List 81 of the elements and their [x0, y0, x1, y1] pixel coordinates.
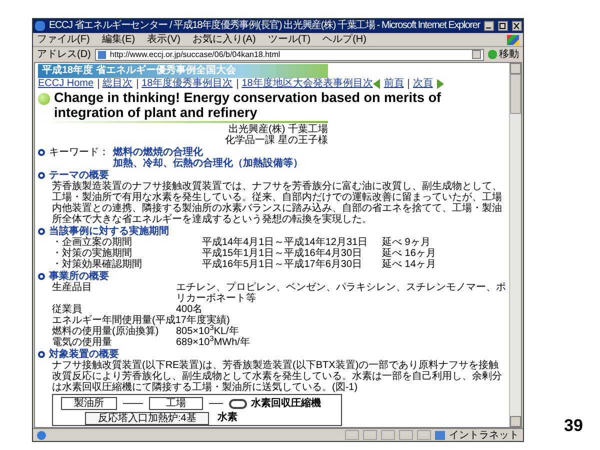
- section-bullet-icon: [38, 228, 45, 235]
- status-panel: [381, 430, 395, 440]
- menu-item[interactable]: ツール(T): [268, 34, 311, 46]
- article-heading: Change in thinking! Energy conservation based on merits of integration of plant and refinery: [54, 90, 442, 120]
- window-title: ECCJ 省エネルギーセンター / 平成18年度優秀事例(長官) 出光興産(株) 千葉工場 - Microsoft Internet Explorer: [49, 20, 480, 32]
- section-bullet-icon: [38, 149, 45, 156]
- status-panel: [363, 430, 377, 440]
- menu-item[interactable]: ファイル(F): [37, 34, 90, 46]
- table-cell-text: 689×10$^{3}$MWh/年: [176, 337, 251, 348]
- status-panel: [417, 430, 431, 440]
- table-cell-text: ・対策の実施期間: [52, 248, 133, 259]
- section-paragraph: ナフサ接触改質装置(以下RE装置)は、芳香族製造装置(以下BTX装置)の一部であり原料ナフサを接触改質反応により芳香族化し、副生成物として水素を発生している。水素は一部を自己利用し、余剰分は水素回収圧縮機にて隣接する工場・製油所に送気している。(図-1): [51, 360, 503, 393]
- section-bullet-icon: [38, 273, 45, 280]
- nav-link[interactable]: ECCJ Home: [38, 78, 94, 90]
- table-cell-text: 延べ 9ヶ月: [382, 237, 432, 248]
- table-cell-text: 延べ 16ヶ月: [382, 248, 437, 259]
- menu-item[interactable]: お気に入り(A): [192, 34, 256, 46]
- table-cell: エチレン、プロピレン、ベンゼン、パラキシレン、スチレンモノマー、ポリカーボネート等: [176, 282, 506, 304]
- address-field[interactable]: http://www.eccj.or.jp/succase/06/b/04kan18.html: [94, 48, 484, 60]
- page-status-icon: [37, 430, 46, 440]
- status-panel: [345, 430, 359, 440]
- pager-link[interactable]: 次頁: [412, 78, 433, 90]
- leaf-bullet-icon: [38, 93, 50, 105]
- table-cell-text: 延べ 14ヶ月: [382, 259, 437, 270]
- section-bullet-icon: [38, 351, 45, 358]
- slide-number: 39: [564, 414, 583, 436]
- compressor-icon: [229, 398, 247, 408]
- address-label: アドレス(D): [37, 48, 91, 60]
- hydrogen-label: 水素: [217, 412, 238, 423]
- scrollbar[interactable]: [509, 63, 521, 427]
- section-title: 事業所の概要: [49, 271, 109, 282]
- left-arrow-icon: [372, 79, 380, 89]
- status-zone: イントラネット: [449, 430, 519, 440]
- keyword-text: 加熱、冷却、伝熱の合理化（加熱設備等）: [113, 158, 303, 169]
- nav-link[interactable]: 総目次: [102, 78, 133, 90]
- menu-item[interactable]: 編集(E): [102, 34, 136, 46]
- pager-link[interactable]: 前頁: [384, 78, 404, 90]
- author-text: 化学品一課 星の王子様: [225, 135, 328, 146]
- section-paragraph: 芳香族製造装置のナフサ接触改質装置では、ナフサを芳香族分に富む油に改質し、副生成物として、工場・製油所で有用な水素を発生している。従来、自部内だけでの運転改善に留まっていたが、工場内他装置との連携、隣接する製油所の水素バランスに踏み込み、自部の省エネを捨てて、工場・製油所全体で大きな省エネルギーを達成するという発想の転換を実現した。: [51, 181, 503, 225]
- keyword-label: キーワード：: [49, 147, 109, 158]
- maximize-icon: [499, 23, 506, 29]
- table-cell-text: 生産品目: [52, 282, 93, 295]
- section-title: テーマの概要: [49, 170, 109, 181]
- compressor-label: 水素回収圧縮機: [251, 398, 321, 409]
- app-icon: [35, 21, 45, 31]
- section-bullet-icon: [38, 172, 45, 179]
- refinery-box: 製油所: [61, 397, 117, 410]
- table-cell-text: ・企画立案の期間: [52, 237, 133, 248]
- close-button[interactable]: [512, 21, 522, 31]
- table-cell-text: 従業員: [52, 304, 83, 315]
- nav-link[interactable]: 18年度地区大会発表事例目次: [242, 78, 373, 90]
- windows-logo-icon: [507, 34, 519, 44]
- section-title: 対象装置の概要: [49, 349, 119, 360]
- plant-box: 工場: [149, 397, 203, 410]
- table-cell-text: 平成14年4月1日～平成14年12月31日: [202, 237, 369, 248]
- close-icon: [513, 23, 520, 29]
- menu-item[interactable]: 表示(V): [147, 34, 180, 46]
- table-cell-text: 燃料の使用量(原油換算): [52, 326, 160, 337]
- minimize-button[interactable]: [484, 21, 494, 31]
- table-cell-text: 平成16年5月1日～平成17年6月30日: [202, 259, 364, 270]
- scroll-down-icon[interactable]: [510, 416, 521, 427]
- table-cell-text: 400名: [176, 304, 203, 315]
- table-cell-text: 平成15年1月1日～平成16年4月30日: [202, 248, 364, 259]
- dropdown-icon: [472, 50, 481, 59]
- go-button[interactable]: 移動: [488, 48, 519, 60]
- table-cell-text: 電気の使用量: [52, 337, 113, 348]
- menu-item[interactable]: ヘルプ(H): [322, 34, 366, 46]
- table-cell-text: 805×10$^{3}$KL/年: [176, 326, 240, 337]
- table-cell-text: エネルギー年間使用量(平成17年度実績): [52, 315, 231, 326]
- table-cell-text: ・対策効果確認期間: [52, 259, 143, 270]
- right-arrow-icon: [436, 79, 444, 89]
- page-banner: 平成18年度 省エネルギー優秀事例全国大会: [38, 64, 328, 78]
- author-text: 出光興産(株) 千葉工場: [228, 124, 328, 135]
- scroll-up-icon[interactable]: [510, 63, 521, 74]
- section-title: 当該事例に対する実施期間: [49, 226, 169, 237]
- scroll-thumb[interactable]: [510, 74, 521, 114]
- nav-link[interactable]: 18年度優秀事例目次: [142, 78, 233, 90]
- maximize-button[interactable]: [498, 21, 508, 31]
- keyword-text: 燃料の燃焼の合理化: [113, 147, 203, 158]
- furnace-box: 反応塔入口加熱炉:4基: [85, 412, 210, 425]
- status-panel: [399, 430, 413, 440]
